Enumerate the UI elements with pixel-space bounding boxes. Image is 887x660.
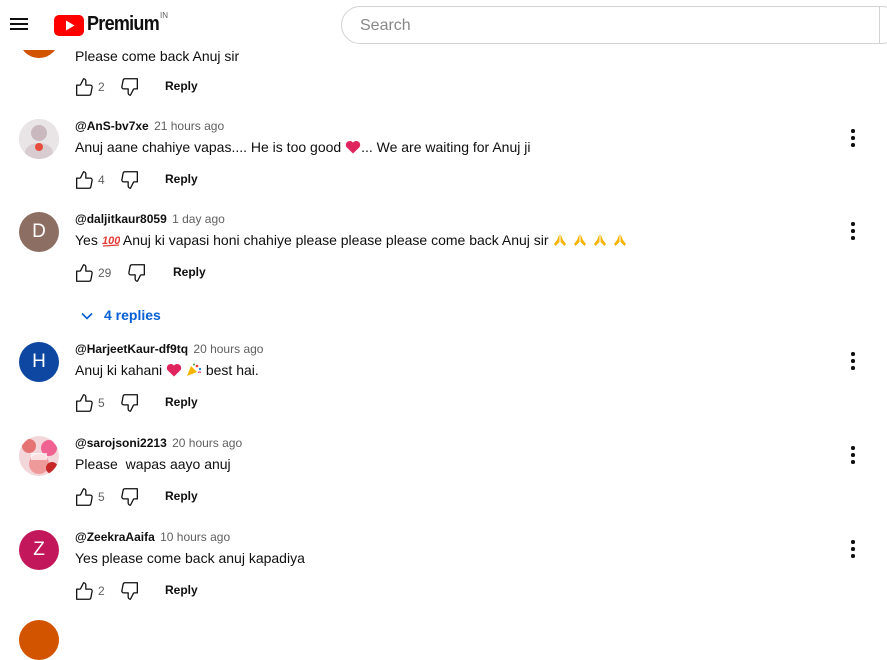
- search-divider: [879, 7, 880, 43]
- more-options-icon[interactable]: [846, 444, 860, 466]
- like-icon[interactable]: [73, 392, 95, 414]
- search-input[interactable]: [358, 15, 862, 37]
- menu-icon[interactable]: [8, 14, 30, 34]
- comment-time[interactable]: 21 hours ago: [154, 119, 224, 133]
- comment-text: Please come back Anuj sir: [75, 48, 240, 64]
- logo-region-label: IN: [160, 11, 168, 20]
- search-box: [341, 6, 887, 44]
- comment-text-part: Anuj ki kahani: [75, 362, 163, 378]
- reply-button[interactable]: Reply: [173, 265, 206, 279]
- comment-text: Yes 100 Anuj ki vapasi honi chahiye plea…: [75, 232, 628, 248]
- comment-time[interactable]: 20 hours ago: [193, 342, 263, 356]
- comment-text-part: ... We are waiting for Anuj ji: [361, 139, 531, 155]
- comment-text-part: Yes: [75, 232, 98, 248]
- reply-button[interactable]: Reply: [165, 583, 198, 597]
- comment-text-part: Anuj ki vapasi honi chahiye please pleas…: [122, 232, 549, 248]
- comment-time[interactable]: 1 day ago: [172, 212, 225, 226]
- hundred-points-icon: 100: [102, 235, 120, 247]
- comment-author[interactable]: @sarojsoni2213: [75, 436, 167, 450]
- avatar[interactable]: D: [19, 212, 59, 252]
- red-heart-icon: [345, 140, 361, 154]
- comment-author[interactable]: @AnS-bv7xe: [75, 119, 149, 133]
- avatar[interactable]: Z: [19, 530, 59, 570]
- red-heart-icon: [166, 363, 182, 377]
- dislike-icon[interactable]: [119, 169, 141, 191]
- dislike-icon[interactable]: [119, 580, 141, 602]
- comment-text-part: best hai.: [205, 362, 259, 378]
- like-icon[interactable]: [73, 580, 95, 602]
- comment-time[interactable]: 10 hours ago: [160, 530, 230, 544]
- like-icon[interactable]: [73, 486, 95, 508]
- folded-hands-icon: [594, 234, 607, 246]
- dislike-icon[interactable]: [126, 262, 148, 284]
- avatar-image: [19, 119, 59, 159]
- more-options-icon[interactable]: [846, 350, 860, 372]
- like-icon[interactable]: [73, 262, 95, 284]
- logo-text: Premium: [87, 13, 160, 35]
- reply-button[interactable]: Reply: [165, 172, 198, 186]
- comment-author[interactable]: @ZeekraAaifa: [75, 530, 155, 544]
- comment-text: Yes please come back anuj kapadiya: [75, 550, 305, 566]
- more-options-icon[interactable]: [846, 220, 860, 242]
- comment-header: @sarojsoni2213 20 hours ago: [75, 436, 242, 450]
- like-count: 2: [98, 584, 105, 598]
- avatar[interactable]: [19, 620, 59, 660]
- like-count: 2: [98, 80, 105, 94]
- replies-label: 4 replies: [104, 307, 161, 323]
- comment-header: @AnS-bv7xe 21 hours ago: [75, 119, 224, 133]
- comment-text-part: Anuj aane chahiye vapas.... He is too go…: [75, 139, 342, 155]
- avatar[interactable]: H: [19, 342, 59, 382]
- more-options-icon[interactable]: [846, 127, 860, 149]
- reply-button[interactable]: Reply: [165, 395, 198, 409]
- comment-header: @HarjeetKaur-df9tq 20 hours ago: [75, 342, 263, 356]
- comment-text: Please wapas aayo anuj: [75, 456, 231, 472]
- avatar[interactable]: [19, 119, 59, 159]
- top-bar: Premium IN: [0, 0, 887, 50]
- like-count: 5: [98, 396, 105, 410]
- reply-button[interactable]: Reply: [165, 489, 198, 503]
- youtube-play-icon: [54, 15, 84, 36]
- like-count: 5: [98, 490, 105, 504]
- like-count: 4: [98, 173, 105, 187]
- like-icon[interactable]: [73, 76, 95, 98]
- comment-header: @daljitkaur8059 1 day ago: [75, 212, 225, 226]
- comment-time[interactable]: 20 hours ago: [172, 436, 242, 450]
- folded-hands-icon: [554, 234, 567, 246]
- avatar[interactable]: [19, 436, 59, 476]
- more-options-icon[interactable]: [846, 538, 860, 560]
- folded-hands-icon: [574, 234, 587, 246]
- like-count: 29: [98, 266, 112, 280]
- avatar-image: [19, 436, 59, 476]
- like-icon[interactable]: [73, 169, 95, 191]
- dislike-icon[interactable]: [119, 486, 141, 508]
- comment-text: Anuj ki kahani best hai.: [75, 362, 259, 378]
- comment-text: Anuj aane chahiye vapas.... He is too go…: [75, 139, 530, 155]
- dislike-icon[interactable]: [119, 392, 141, 414]
- chevron-down-icon: [81, 313, 93, 320]
- party-popper-icon: [186, 363, 202, 376]
- view-replies-button[interactable]: 4 replies: [80, 307, 161, 323]
- comment-author[interactable]: @HarjeetKaur-df9tq: [75, 342, 188, 356]
- reply-button[interactable]: Reply: [165, 79, 198, 93]
- comment-author[interactable]: @daljitkaur8059: [75, 212, 167, 226]
- folded-hands-icon: [614, 234, 627, 246]
- comment-header: @ZeekraAaifa 10 hours ago: [75, 530, 230, 544]
- dislike-icon[interactable]: [119, 76, 141, 98]
